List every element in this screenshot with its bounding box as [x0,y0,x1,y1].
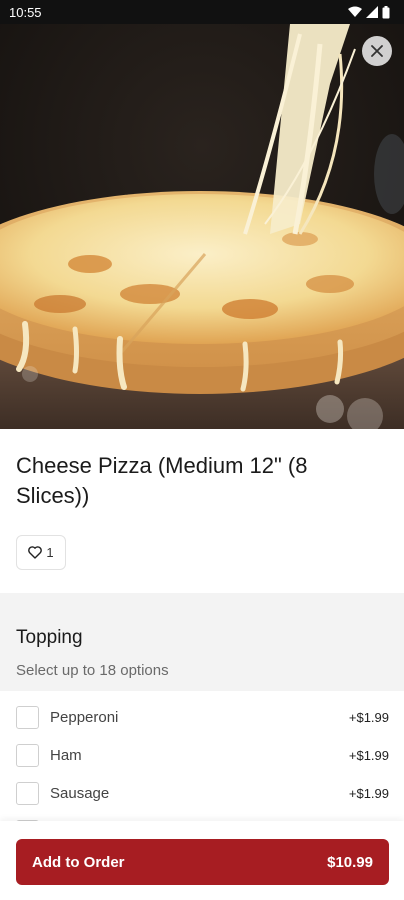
option-label: Sausage [50,784,110,802]
add-to-order-label: Add to Order [32,853,125,871]
wifi-icon [348,6,362,17]
like-button[interactable]: 1 [16,535,66,570]
order-total: $10.99 [327,853,373,871]
option-price: +$1.99 [348,747,389,763]
product-title: Cheese Pizza (Medium 12" (8 Slices)) [16,453,308,508]
option-row-sausage[interactable]: Sausage +$1.99 [0,774,404,812]
signal-icon [366,6,378,18]
option-label: Pepperoni [50,708,119,726]
section-title: Topping [16,627,83,648]
like-count: 1 [46,545,54,560]
product-image [0,24,404,429]
add-to-order-button[interactable]: Add to Order $10.99 [16,839,389,885]
checkbox[interactable] [16,743,39,767]
checkbox[interactable] [16,705,39,729]
option-label: Ham [50,746,82,764]
option-row-pepperoni[interactable]: Pepperoni +$1.99 [0,698,404,736]
option-price: +$1.99 [348,709,389,725]
option-row-partial [0,812,404,821]
status-bar: 10:55 [0,0,404,24]
checkbox[interactable] [16,781,39,805]
close-button[interactable] [362,36,392,66]
option-price: +$1.99 [348,785,389,801]
cheese-pizza-photo [0,24,404,429]
option-row-ham[interactable]: Ham +$1.99 [0,736,404,774]
close-icon [371,45,383,57]
topping-section-header: Topping Select up to 18 options [0,593,404,691]
status-icons [348,5,390,19]
section-subtitle: Select up to 18 options [16,662,169,679]
status-time: 10:55 [9,4,42,20]
topping-options-list: Pepperoni +$1.99 Ham +$1.99 Sausage +$1.… [0,691,404,821]
heart-icon [28,546,43,559]
bottom-bar: Add to Order $10.99 [0,821,404,900]
battery-icon [382,5,390,18]
